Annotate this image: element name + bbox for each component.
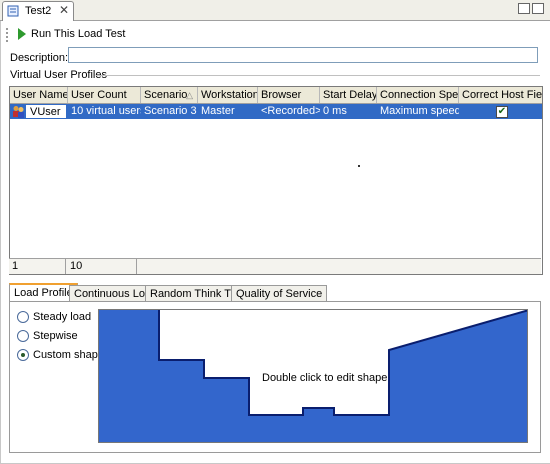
cell-start-delay[interactable]: 0 ms [320,104,377,119]
tab-quality-of-service[interactable]: Quality of Service [231,285,328,301]
cell-scenario[interactable]: Scenario 3 [141,104,198,119]
column-header-correct-host-field[interactable]: Correct Host Field [459,87,542,103]
description-label: Description: [10,52,69,64]
radio-label: Custom shape [33,349,104,361]
column-header-scenario-label: Scenario [144,89,188,101]
radio-button-selected [17,349,29,361]
column-header-workstation[interactable]: Workstation [198,87,258,103]
radio-custom-shape[interactable]: Custom shape [17,349,104,361]
toolbar-grip [6,28,10,42]
table-header: User Name User Count Scenario △ Workstat… [10,87,542,104]
column-header-user-count[interactable]: User Count [68,87,141,103]
column-header-start-delay[interactable]: Start Delay [320,87,377,103]
profiles-table: User Name User Count Scenario △ Workstat… [9,86,543,275]
footer-count: 1 [9,259,66,274]
column-header-scenario[interactable]: Scenario △ [141,87,198,103]
stray-dot [358,165,360,167]
radio-button [17,311,29,323]
footer-total: 10 [67,259,137,274]
section-divider [96,75,540,76]
run-load-test-button[interactable]: Run This Load Test [18,26,125,42]
radio-steady-load[interactable]: Steady load [17,311,91,323]
description-field[interactable] [68,47,538,63]
shape-hint-text: Double click to edit shape [262,372,388,384]
tab-label: Test2 [25,5,52,17]
cell-workstation[interactable]: Master [198,104,258,119]
run-icon [18,28,26,40]
tab-load-profile[interactable]: Load Profile [9,283,78,302]
column-header-connection-speed[interactable]: Connection Speed [377,87,459,103]
tab-test2[interactable]: Test2 ✕ [2,1,74,21]
cell-user-count[interactable]: 10 virtual users [68,104,141,119]
minimize-icon[interactable] [518,3,530,14]
column-header-browser[interactable]: Browser [258,87,320,103]
maximize-icon[interactable] [532,3,544,14]
table-footer: 1 10 [9,258,541,274]
column-header-user-name[interactable]: User Name [10,87,68,103]
radio-label: Stepwise [33,330,78,342]
cell-user-name[interactable]: VUser [26,105,66,118]
test-icon [7,5,19,17]
cell-connection-speed[interactable]: Maximum speed [377,104,459,119]
run-label: Run This Load Test [31,28,126,40]
radio-button [17,330,29,342]
sort-ascending-icon: △ [186,90,193,100]
editor-tab-bar [0,0,550,21]
radio-stepwise[interactable]: Stepwise [17,330,78,342]
radio-label: Steady load [33,311,92,323]
cell-browser[interactable]: <Recorded> [258,104,320,119]
profiles-section-title: Virtual User Profiles [10,69,107,81]
close-icon[interactable]: ✕ [59,3,69,17]
table-row[interactable]: VUser 10 virtual users Scenario 3 Master… [10,104,542,119]
window-buttons [516,3,544,17]
correct-host-field-checkbox[interactable]: ✔ [496,106,508,118]
users-icon [13,106,24,118]
